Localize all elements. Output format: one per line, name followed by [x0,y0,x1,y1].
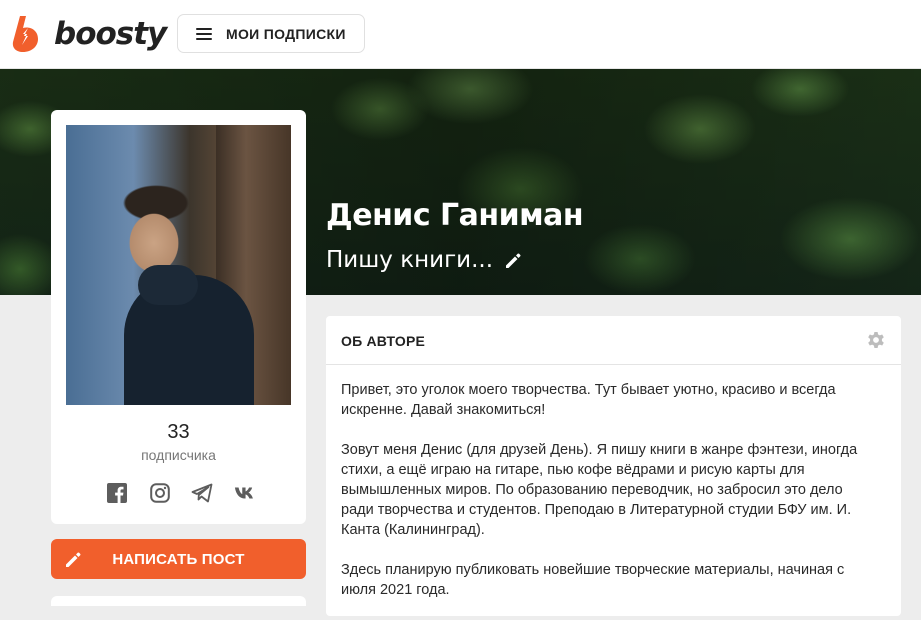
about-paragraph: Здесь планирую публиковать новейшие твор… [341,562,845,598]
about-author-card: ОБ АВТОРЕ Привет, это уголок моего творч… [326,316,901,616]
about-title: ОБ АВТОРЕ [341,333,426,349]
gear-icon[interactable] [866,330,886,350]
next-card [51,596,306,606]
my-subscriptions-label: МОИ ПОДПИСКИ [226,25,346,42]
brand-name: boosty [54,16,167,52]
write-post-button[interactable]: НАПИСАТЬ ПОСТ [51,539,306,579]
facebook-icon[interactable] [106,482,128,504]
profile-card: 33 подписчика [51,110,306,524]
boosty-logo-icon [12,16,38,52]
vk-icon[interactable] [234,482,256,504]
subscribers-count: 33 [167,421,190,443]
social-links [106,482,256,504]
my-subscriptions-button[interactable]: МОИ ПОДПИСКИ [177,14,365,53]
author-name: Денис Ганиман [326,198,584,233]
about-header: ОБ АВТОРЕ [326,316,901,365]
telegram-icon[interactable] [191,482,213,504]
author-status: Пишу книги... [326,247,523,273]
about-paragraph: Зовут меня Денис (для друзей День). Я пи… [341,442,858,538]
write-post-label: НАПИСАТЬ ПОСТ [112,550,245,568]
avatar [66,125,291,405]
author-status-text: Пишу книги... [326,247,494,273]
subscribers-label: подписчика [141,447,216,463]
top-bar: boosty МОИ ПОДПИСКИ [0,0,921,69]
about-paragraph: Привет, это уголок моего творчества. Тут… [341,382,836,418]
menu-icon [196,27,212,40]
instagram-icon[interactable] [149,482,171,504]
edit-pencil-icon[interactable] [503,250,523,270]
about-text: Привет, это уголок моего творчества. Тут… [341,380,871,620]
boosty-logo[interactable]: boosty [10,12,167,56]
